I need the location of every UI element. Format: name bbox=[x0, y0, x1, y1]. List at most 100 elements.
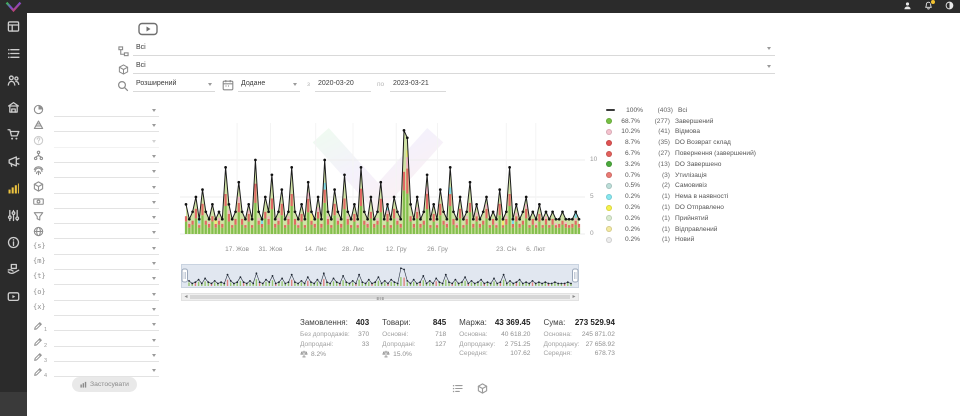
legend-swatch bbox=[606, 161, 612, 167]
app-logo-icon[interactable] bbox=[5, 1, 22, 12]
minimap-scrollbar[interactable]: ◂ ▸ bbox=[181, 293, 579, 301]
chart-legend: 100%(403)Всі68.7%(277)Завершений10.2%(41… bbox=[606, 105, 778, 245]
date-to-input[interactable]: 2023-03-21 bbox=[390, 78, 446, 92]
chevron-down-icon bbox=[152, 293, 156, 296]
sidebar-item-shipping[interactable] bbox=[0, 256, 27, 283]
filter-select-utm-medium[interactable] bbox=[54, 257, 159, 270]
footer-view-toggles bbox=[452, 383, 488, 394]
filter-select-utm-content[interactable] bbox=[54, 288, 159, 301]
stat-row: Основна:40 618.20 bbox=[459, 331, 530, 338]
calendar-icon bbox=[222, 78, 234, 96]
legend-item[interactable]: 0.2%(1)Нема в наявності bbox=[606, 191, 778, 202]
filter-select-custom-4[interactable] bbox=[54, 364, 159, 377]
legend-percent: 0.2% bbox=[616, 204, 640, 211]
filter-select-help[interactable] bbox=[54, 135, 159, 148]
scrollbar-right-arrow[interactable]: ▸ bbox=[570, 294, 578, 300]
legend-item[interactable]: 10.2%(41)Відмова bbox=[606, 127, 778, 138]
chevron-down-icon bbox=[152, 262, 156, 265]
date-to-value: 2023-03-21 bbox=[393, 80, 429, 87]
sidebar-item-info[interactable] bbox=[0, 229, 27, 256]
brace-o-icon: {o} bbox=[33, 288, 46, 296]
filter-select-identity[interactable] bbox=[54, 165, 159, 178]
legend-item[interactable]: 0.2% (1) DO Отправлено bbox=[606, 202, 778, 213]
filter-select-custom-3[interactable] bbox=[54, 349, 159, 362]
chevron-down-icon bbox=[152, 155, 156, 158]
legend-item[interactable]: 8.7%(35)DO Возврат склад bbox=[606, 137, 778, 148]
filter-select-stage[interactable] bbox=[54, 119, 159, 132]
date-field-select[interactable]: Додане bbox=[238, 78, 300, 92]
video-help-button[interactable] bbox=[138, 22, 158, 36]
filter-select-status[interactable] bbox=[54, 104, 159, 117]
legend-label: DO Завершено bbox=[675, 161, 721, 168]
stat-row: Допродажу:2 751.25 bbox=[459, 341, 530, 348]
legend-label: Прийнятий bbox=[675, 215, 708, 222]
search-mode-select[interactable]: Розширений bbox=[133, 78, 215, 92]
legend-item[interactable]: 0.7%(3)Утилізація bbox=[606, 170, 778, 181]
sidebar-item-marketing[interactable] bbox=[0, 148, 27, 175]
orders-chart[interactable] bbox=[180, 103, 585, 236]
sidebar-item-store[interactable] bbox=[0, 94, 27, 121]
topbar bbox=[0, 0, 960, 13]
filter-select-structure[interactable] bbox=[54, 150, 159, 163]
apply-button[interactable]: Застосувати bbox=[72, 377, 137, 392]
legend-item[interactable]: 0.2%(1)Новий bbox=[606, 235, 778, 246]
sidebar-item-orders[interactable] bbox=[0, 40, 27, 67]
filter-select-custom-1[interactable] bbox=[54, 318, 159, 331]
filter-select-product[interactable] bbox=[54, 181, 159, 194]
list-view-icon[interactable] bbox=[452, 383, 463, 394]
products-filter[interactable]: Всі bbox=[133, 60, 775, 74]
filter-select-utm-source[interactable] bbox=[54, 242, 159, 255]
projects-filter[interactable]: Всі bbox=[133, 42, 775, 56]
filter-select-geo[interactable] bbox=[54, 226, 159, 239]
sidebar-item-dashboard[interactable] bbox=[0, 13, 27, 40]
legend-label: Нема в наявності bbox=[675, 193, 728, 200]
info-icon bbox=[7, 236, 20, 249]
filter-select-utm-term[interactable] bbox=[54, 272, 159, 285]
legend-swatch bbox=[606, 172, 612, 178]
scrollbar-thumb[interactable] bbox=[190, 295, 570, 299]
date-from-input[interactable]: 2020-03-20 bbox=[315, 78, 371, 92]
scale-icon bbox=[382, 350, 390, 358]
stat-row: Допродані:33 bbox=[300, 341, 369, 348]
filter-row-utm-source: {s} bbox=[33, 242, 159, 256]
sidebar-footer[interactable] bbox=[0, 392, 27, 416]
scrollbar-left-arrow[interactable]: ◂ bbox=[182, 294, 190, 300]
legend-label: Утилізація bbox=[675, 172, 707, 179]
filter-select-payment[interactable] bbox=[54, 196, 159, 209]
filter-select-funnel[interactable] bbox=[54, 211, 159, 224]
legend-item[interactable]: 0.5%(2)Самовивіз bbox=[606, 181, 778, 192]
mini-chart-icon bbox=[80, 381, 87, 388]
filter-row-payment bbox=[33, 196, 159, 210]
bell-icon[interactable] bbox=[924, 1, 933, 10]
filter-row-custom-2: 2 bbox=[33, 334, 159, 348]
theme-icon[interactable] bbox=[945, 1, 954, 10]
legend-item[interactable]: 3.2%(13)DO Завершено bbox=[606, 159, 778, 170]
filter-select-custom-2[interactable] bbox=[54, 334, 159, 347]
user-icon[interactable] bbox=[903, 1, 912, 10]
sidebar-item-cart[interactable] bbox=[0, 121, 27, 148]
legend-label: DO Отправлено bbox=[675, 204, 724, 211]
sidebar-item-video[interactable] bbox=[0, 283, 27, 310]
chart-minimap[interactable] bbox=[181, 264, 579, 291]
sidebar-item-statistics[interactable] bbox=[0, 175, 27, 202]
stat-title: Замовлення: bbox=[300, 318, 348, 327]
product-icon bbox=[33, 181, 44, 192]
legend-count: (1) bbox=[644, 204, 670, 211]
sidebar-item-settings[interactable] bbox=[0, 202, 27, 229]
pencil-icon bbox=[33, 352, 43, 362]
filter-select-utm-campaign[interactable] bbox=[54, 303, 159, 316]
pencil-index: 3 bbox=[44, 358, 47, 364]
legend-label: Завершений bbox=[675, 118, 713, 125]
legend-swatch bbox=[606, 118, 612, 124]
legend-item[interactable]: 100%(403)Всі bbox=[606, 105, 778, 116]
legend-item[interactable]: 0.2%(1)Відправлений bbox=[606, 224, 778, 235]
dashboard-icon bbox=[7, 20, 20, 33]
legend-item[interactable]: 6.7%(27)Повернення (завершений) bbox=[606, 148, 778, 159]
legend-item[interactable]: 0.2%(1)Прийнятий bbox=[606, 213, 778, 224]
legend-percent: 10.2% bbox=[616, 128, 640, 135]
package-view-icon[interactable] bbox=[477, 383, 488, 394]
legend-item[interactable]: 68.7%(277)Завершений bbox=[606, 116, 778, 127]
search-mode-value: Розширений bbox=[136, 80, 176, 87]
sidebar-item-customers[interactable] bbox=[0, 67, 27, 94]
legend-swatch bbox=[606, 205, 612, 211]
